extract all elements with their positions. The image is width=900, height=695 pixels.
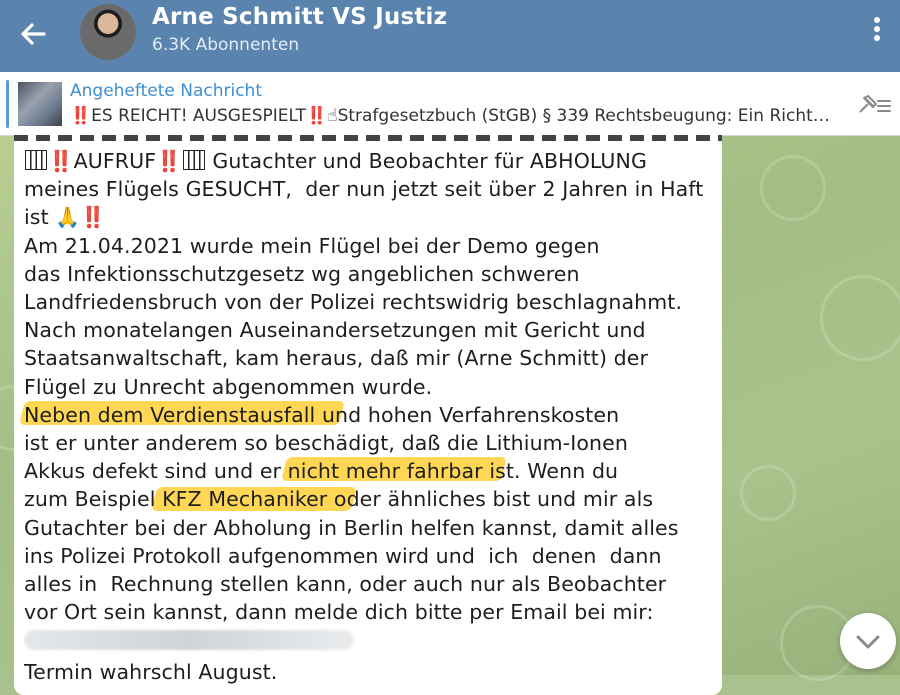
arrow-left-icon (21, 23, 46, 45)
piano-icon (182, 150, 205, 170)
message-line: Staatsanwaltschaft, kam heraus, daß mir … (24, 346, 649, 371)
message-line: Am 21.04.2021 wurde mein Flügel bei der … (24, 233, 600, 258)
subscriber-count: 6.3K Abonnenten (152, 35, 300, 55)
message-line: zum Beispiel KFZ Mechaniker oder ähnlich… (24, 487, 654, 512)
message-text: ‼️AUFRUF‼️ Gutachter und Beobachter für … (24, 147, 714, 686)
pinned-text-b: Strafgesetzbuch (StGB) § 339 Rechtsbeugu… (337, 106, 840, 126)
message-line: Neben dem Verdienstausfall und hohen Ver… (24, 402, 620, 427)
message-line: Gutachter bei der Abholung in Berlin hel… (24, 515, 679, 540)
double-exclamation-icon: ‼️ (48, 149, 74, 173)
pin-list-icon (859, 95, 891, 113)
scroll-down-button[interactable] (840, 613, 896, 669)
message-line: AUFRUF (73, 149, 157, 173)
message-line: Akkus defekt sind und er nicht mehr fahr… (24, 459, 619, 484)
pinned-title: Angeheftete Nachricht (70, 81, 262, 101)
back-button[interactable] (14, 14, 54, 54)
pointing-finger-icon: ☝ (327, 106, 338, 126)
message-line: das Infektionsschutzgesetz wg angebliche… (24, 261, 580, 286)
message-line: Termin wahrschl August. (24, 659, 278, 684)
piano-keys-decoration (14, 135, 722, 141)
double-exclamation-icon: ‼️ (306, 106, 328, 126)
message-line: vor Ort sein kannst, dann melde dich bit… (24, 600, 654, 625)
chevron-down-icon (856, 635, 880, 649)
double-exclamation-icon: ‼️ (80, 205, 106, 230)
praying-hands-icon: 🙏 (55, 205, 81, 230)
message-line: meines Flügels GESUCHT, der nun jetzt se… (24, 177, 704, 202)
more-menu-button[interactable] (862, 14, 892, 48)
message-line: alles in Rechnung stellen kann, oder auc… (24, 572, 667, 597)
redacted-email (24, 630, 354, 651)
message-bubble[interactable]: ‼️AUFRUF‼️ Gutachter und Beobachter für … (14, 135, 722, 695)
pinned-preview: ‼️ES REICHT! AUSGESPIELT‼️☝Strafgesetzbu… (70, 106, 840, 126)
message-line: ins Polizei Protokoll aufgenommen wird u… (24, 543, 662, 568)
pinned-indicator (6, 80, 9, 128)
pinned-text-a: ES REICHT! AUSGESPIELT (91, 106, 307, 126)
channel-avatar[interactable] (80, 4, 136, 60)
more-vert-icon (862, 17, 892, 41)
piano-icon (25, 150, 47, 170)
pin-list-button[interactable] (856, 92, 892, 118)
message-line: ist (24, 205, 56, 230)
chat-header: Arne Schmitt VS Justiz 6.3K Abonnenten (0, 0, 900, 72)
double-exclamation-icon: ‼️ (70, 106, 92, 126)
message-line: Landfriedensbruch von der Polizei rechts… (24, 290, 683, 315)
message-line: ist er unter anderem so beschädigt, daß … (24, 431, 628, 456)
pinned-thumbnail (18, 82, 62, 126)
message-line: Gutachter und Beobachter für ABHOLUNG (205, 149, 647, 173)
message-line: Flügel zu Unrecht abgenommen wurde. (24, 374, 433, 399)
pinned-message-bar[interactable]: Angeheftete Nachricht ‼️ES REICHT! AUSGE… (0, 72, 900, 136)
double-exclamation-icon: ‼️ (156, 149, 182, 173)
channel-title[interactable]: Arne Schmitt VS Justiz (152, 4, 447, 30)
message-line: Nach monatelangen Auseinandersetzungen m… (24, 318, 646, 343)
